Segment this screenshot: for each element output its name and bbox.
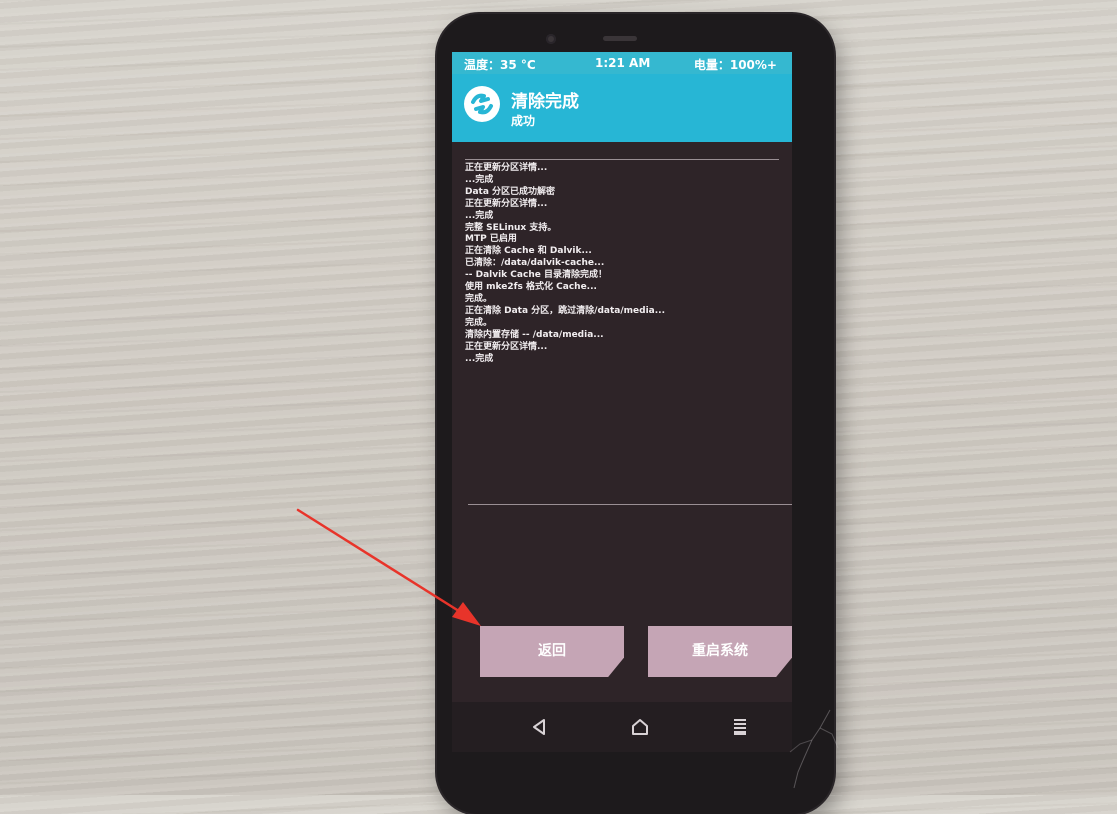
reboot-system-button[interactable]: 重启系统 <box>648 626 792 677</box>
console-line: ...完成 <box>465 210 494 221</box>
console-line: 正在更新分区详情... <box>465 163 548 173</box>
console-line: 已清除：/data/dalvik-cache... <box>465 258 605 269</box>
page-subtitle: 成功 <box>511 114 536 128</box>
console-line: ...完成 <box>465 353 494 364</box>
console-log: 正在更新分区详情... ...完成 Data 分区已成功解密 正在更新分区详情.… <box>465 163 783 365</box>
back-button[interactable]: 返回 <box>480 626 624 677</box>
console-top-divider <box>465 159 779 160</box>
console-line: 正在清除 Cache 和 Dalvik... <box>465 246 592 257</box>
clock: 1:21 AM <box>595 56 651 70</box>
status-bar: 温度：35 °C 1:21 AM 电量：100%+ <box>452 52 792 74</box>
console-line: 使用 mke2fs 格式化 Cache... <box>465 282 597 293</box>
console-line: ...完成 <box>465 174 494 185</box>
console-line: 完成。 <box>465 317 493 328</box>
console-line: 正在更新分区详情... <box>465 341 548 352</box>
page-header: 清除完成 成功 <box>452 74 792 142</box>
front-camera <box>546 34 556 44</box>
console-line: 正在清除 Data 分区，跳过清除/data/media... <box>465 305 665 316</box>
console-line: 完整 SELinux 支持。 <box>465 222 557 233</box>
console-line: 完成。 <box>465 293 493 304</box>
menu-icon[interactable] <box>728 715 752 739</box>
navigation-bar <box>452 702 792 752</box>
console-line: 清除内置存储 -- /data/media... <box>465 329 604 340</box>
console-line: 正在更新分区详情... <box>465 198 548 209</box>
twrp-screen: 温度：35 °C 1:21 AM 电量：100%+ 清除完成 成功 正在更新分区… <box>452 52 792 702</box>
console-line: Data 分区已成功解密 <box>465 186 556 197</box>
page-title: 清除完成 <box>511 92 579 112</box>
battery-readout: 电量：100%+ <box>693 58 777 72</box>
console-line: MTP 已启用 <box>465 234 517 245</box>
twrp-logo-icon <box>464 86 500 122</box>
home-icon[interactable] <box>628 715 652 739</box>
temperature-readout: 温度：35 °C <box>464 58 536 72</box>
console-line: -- Dalvik Cache 目录清除完成！ <box>465 270 607 281</box>
earpiece-speaker <box>603 36 637 41</box>
console-bottom-divider <box>468 504 792 505</box>
triangle-back-icon[interactable] <box>527 715 551 739</box>
